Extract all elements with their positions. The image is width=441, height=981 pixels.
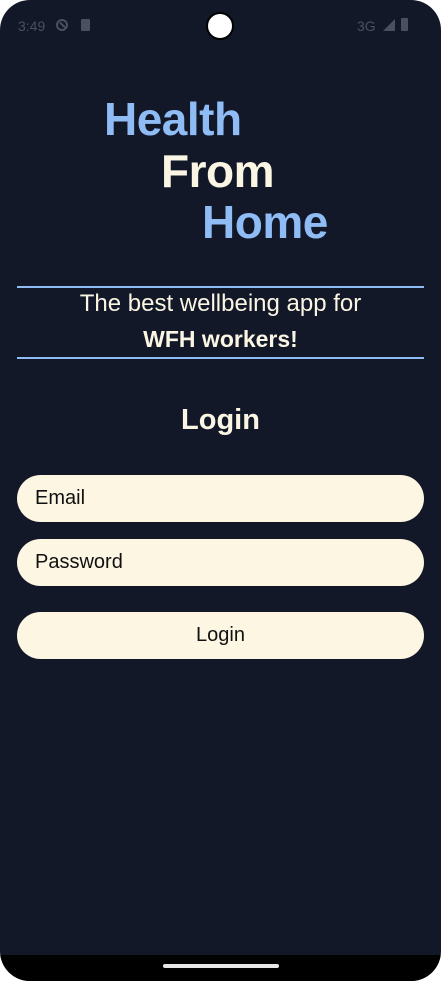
login-title: Login — [181, 404, 260, 436]
tagline-line-2: WFH workers! — [143, 326, 298, 352]
status-time: 3:49 — [18, 18, 46, 34]
logo-word-health: Health — [104, 93, 242, 145]
status-bar: 3:49 3G — [0, 0, 441, 52]
logo-word-home: Home — [202, 196, 328, 248]
phone-screen: 3:49 3G Health From Home The best wellbe… — [0, 0, 441, 981]
signal-icon — [383, 19, 395, 31]
email-field[interactable] — [17, 475, 424, 522]
logo-word-from: From — [161, 145, 275, 197]
network-type: 3G — [357, 18, 376, 34]
tagline-line-1: The best wellbeing app for — [79, 290, 362, 317]
password-field[interactable] — [17, 539, 424, 586]
camera-cutout — [206, 12, 234, 40]
battery-icon — [401, 18, 408, 31]
sim-icon — [81, 19, 90, 31]
home-indicator[interactable] — [163, 964, 279, 968]
login-button[interactable]: Login — [17, 612, 424, 659]
dnd-icon — [56, 19, 68, 31]
divider-bottom — [17, 357, 424, 359]
navigation-bar — [0, 955, 441, 981]
